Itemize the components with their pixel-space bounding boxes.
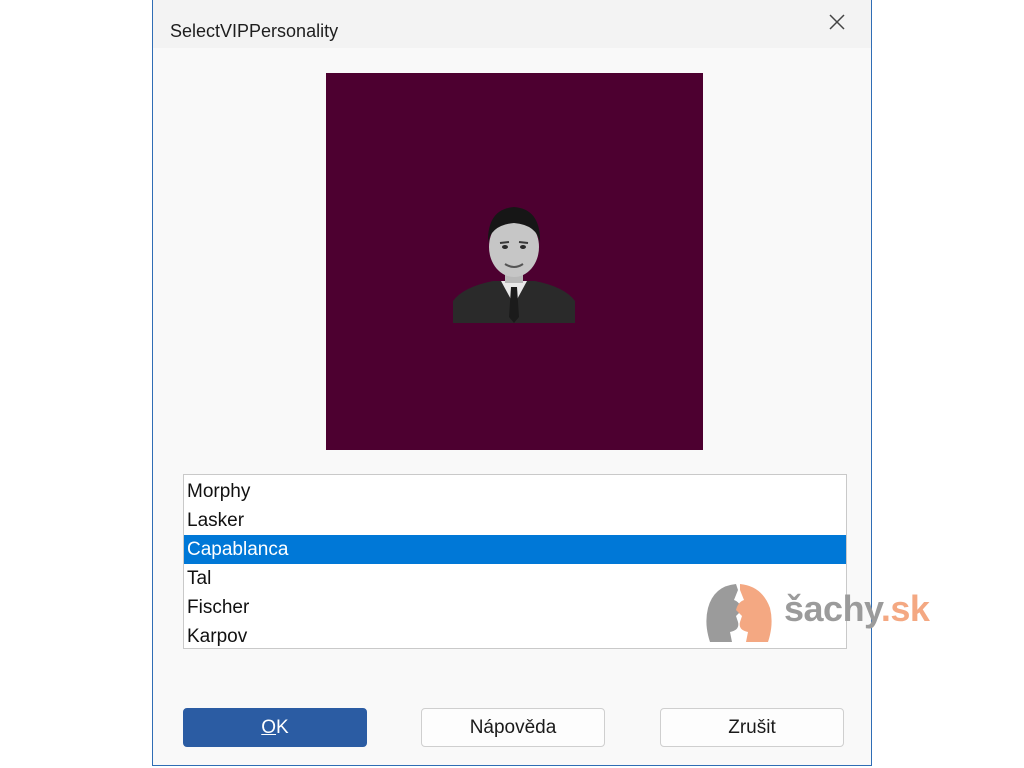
ok-button[interactable]: OK [183, 708, 367, 747]
close-button[interactable] [825, 10, 849, 34]
dialog-title: SelectVIPPersonality [170, 21, 339, 41]
watermark-text: šachy.sk [784, 588, 930, 630]
watermark-main: šachy [784, 588, 881, 629]
ok-accelerator: O [261, 717, 277, 738]
cancel-button[interactable]: Zrušit [660, 708, 844, 747]
list-item-selected[interactable]: Capablanca [184, 535, 846, 564]
chess-knight-faces-logo-icon [706, 584, 772, 642]
list-item[interactable]: Morphy [184, 477, 846, 506]
select-vip-personality-dialog: SelectVIPPersonality Morphy Lasker Capab… [152, 0, 872, 766]
ok-label-rest: K [276, 717, 289, 738]
title-bar[interactable]: SelectVIPPersonality [153, 0, 871, 48]
list-item[interactable]: Lasker [184, 506, 846, 535]
help-button[interactable]: Nápověda [421, 708, 605, 747]
close-icon [829, 14, 845, 30]
personality-preview [326, 73, 703, 450]
personality-portrait [453, 201, 575, 323]
sachy-sk-watermark: šachy.sk [700, 578, 940, 650]
watermark-tld: .sk [880, 588, 930, 629]
